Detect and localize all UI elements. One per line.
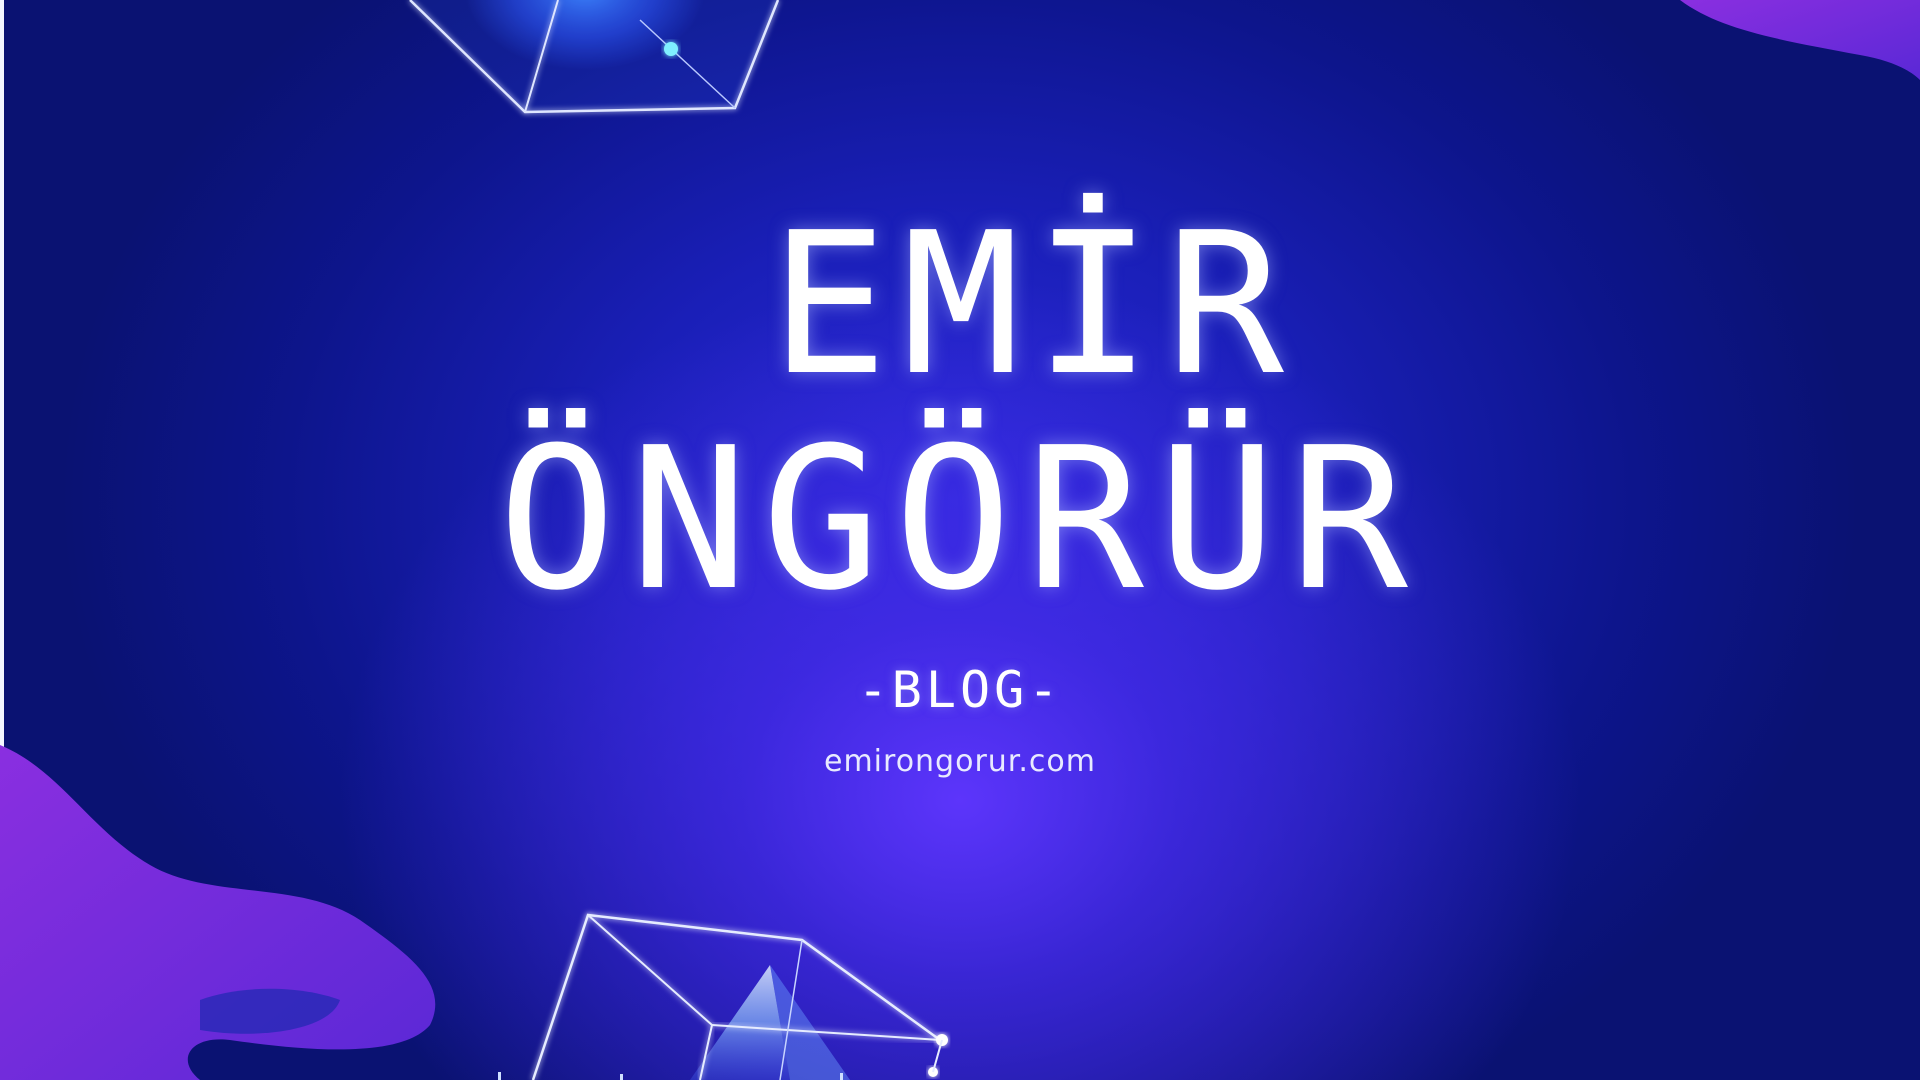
top-cube-decoration: [409, 0, 780, 114]
title-line-last-name: ÖNGÖRÜR: [497, 406, 1422, 634]
top-right-blob: [1680, 0, 1920, 80]
website-url: emirongorur.com: [824, 744, 1096, 779]
blog-subtitle: -BLOG-: [857, 661, 1063, 719]
title-line-first-name: EMİR: [769, 191, 1298, 419]
bottom-cube-decoration: [498, 913, 948, 1080]
blog-banner: EMİR ÖNGÖRÜR -BLOG- emirongorur.com: [0, 0, 1920, 1080]
